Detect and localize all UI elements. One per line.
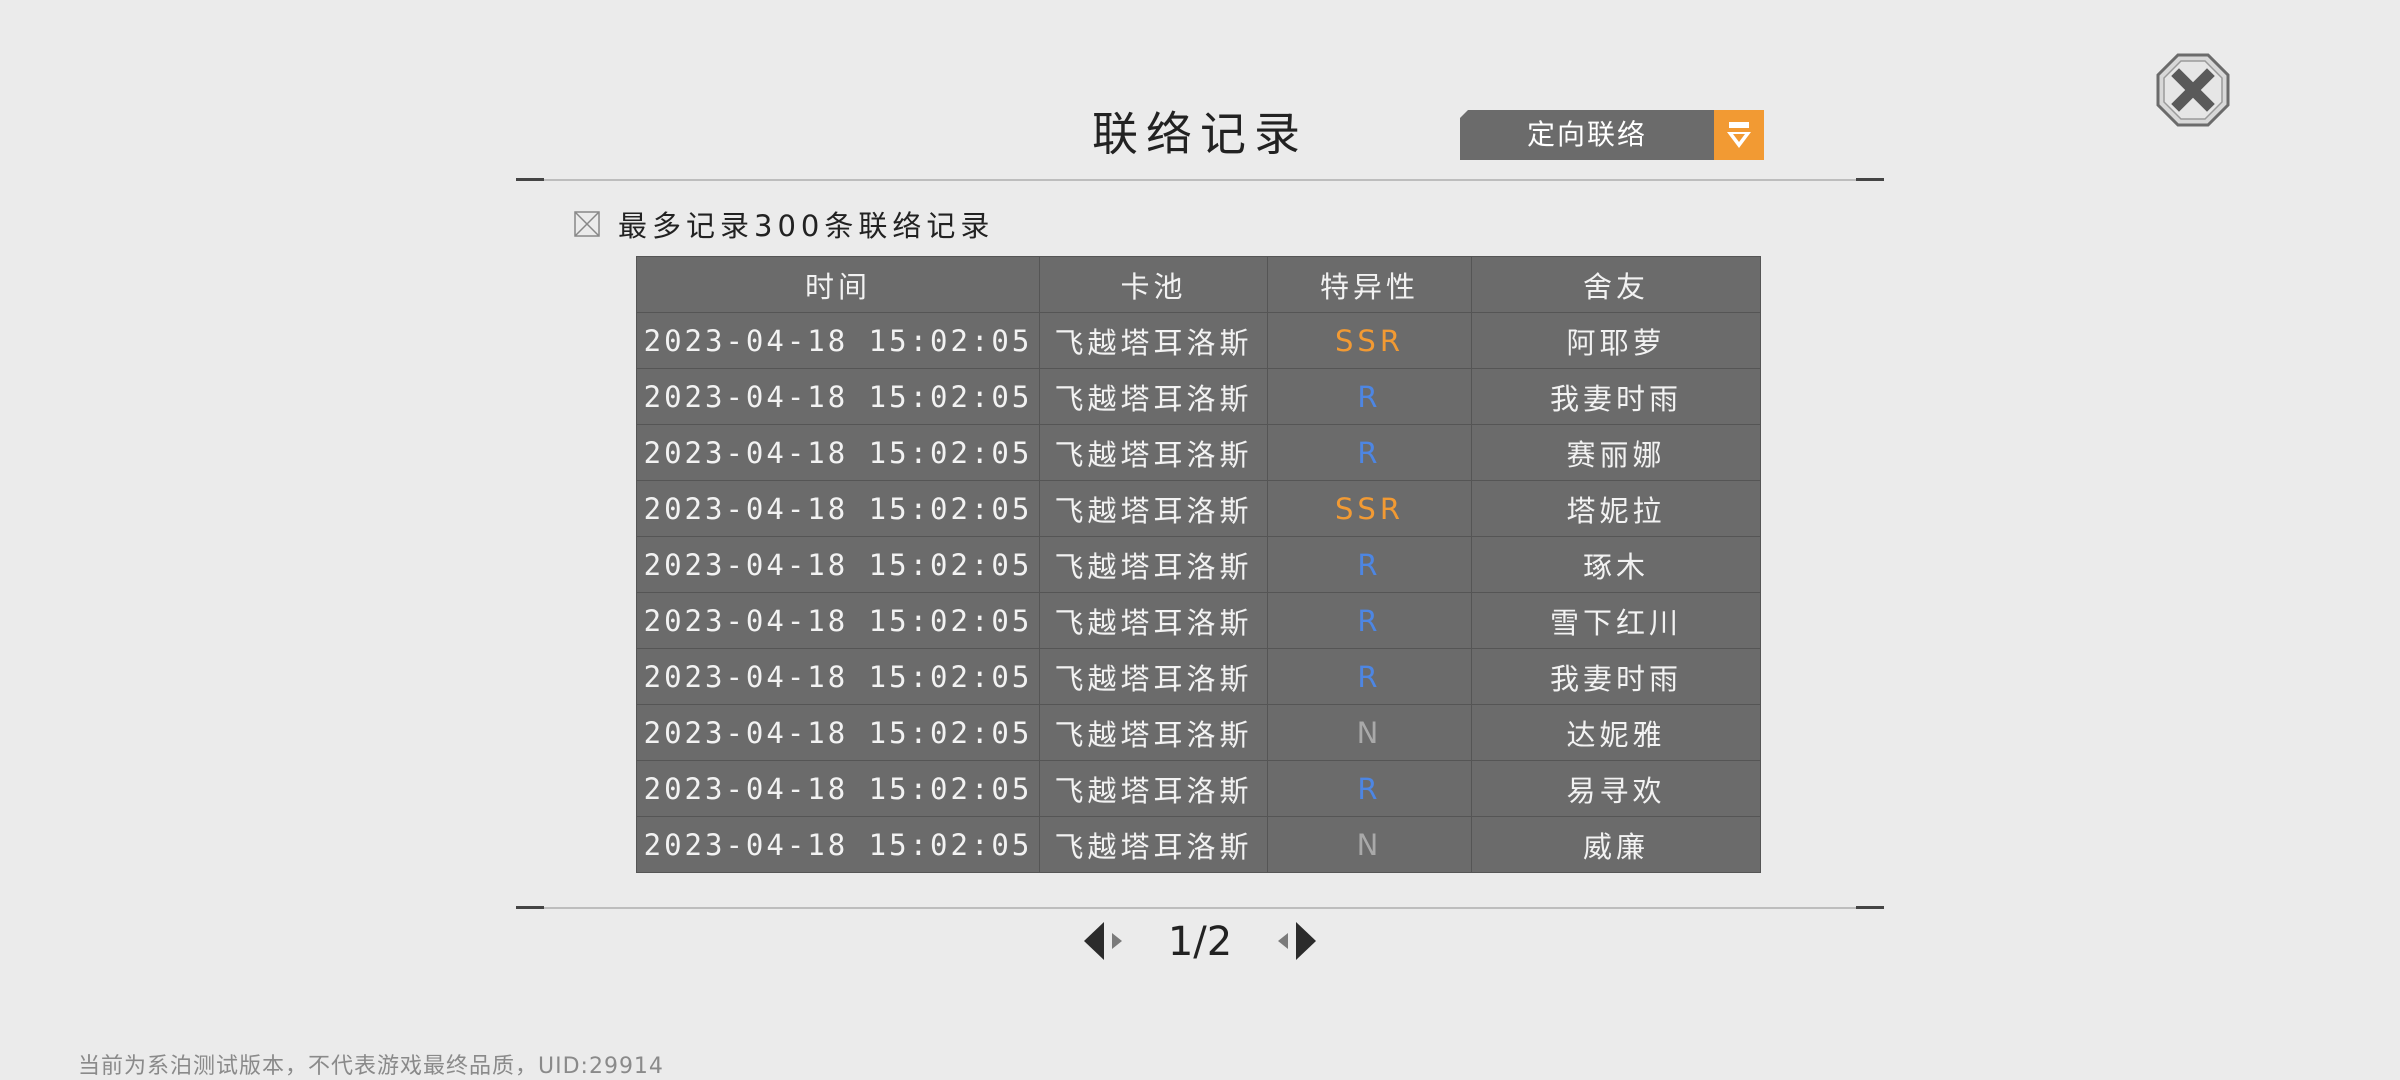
column-header-rarity: 特异性 (1267, 256, 1472, 313)
column-header-roommate: 舍友 (1471, 256, 1761, 313)
rarity-cell: N (1267, 816, 1472, 873)
roommate-cell: 赛丽娜 (1471, 424, 1761, 481)
pool-cell: 飞越塔耳洛斯 (1039, 312, 1268, 369)
pool-filter-dropdown[interactable]: 定向联络 (1460, 110, 1764, 160)
record-limit-note: 最多记录300条联络记录 (574, 204, 994, 244)
table-row: 2023-04-18 15:02:05 飞越塔耳洛斯 SSR 阿耶萝 (636, 312, 1761, 369)
pool-cell: 飞越塔耳洛斯 (1039, 760, 1268, 817)
rarity-cell: SSR (1267, 480, 1472, 537)
rarity-cell: R (1267, 368, 1472, 425)
build-notice: 当前为系泊测试版本，不代表游戏最终品质，UID:29914 (78, 1054, 664, 1079)
table-row: 2023-04-18 15:02:05 飞越塔耳洛斯 R 易寻欢 (636, 760, 1761, 817)
rarity-cell: N (1267, 704, 1472, 761)
pool-cell: 飞越塔耳洛斯 (1039, 704, 1268, 761)
time-cell: 2023-04-18 15:02:05 (636, 704, 1040, 761)
checkbox-icon (574, 211, 600, 237)
record-limit-text: 最多记录300条联络记录 (618, 209, 995, 243)
time-cell: 2023-04-18 15:02:05 (636, 312, 1040, 369)
rarity-cell: R (1267, 760, 1472, 817)
prev-page-icon (1080, 918, 1130, 964)
time-cell: 2023-04-18 15:02:05 (636, 592, 1040, 649)
roommate-cell: 我妻时雨 (1471, 368, 1761, 425)
rarity-cell: SSR (1267, 312, 1472, 369)
pool-cell: 飞越塔耳洛斯 (1039, 816, 1268, 873)
table-row: 2023-04-18 15:02:05 飞越塔耳洛斯 N 达妮雅 (636, 704, 1761, 761)
table-row: 2023-04-18 15:02:05 飞越塔耳洛斯 R 琢木 (636, 536, 1761, 593)
pool-cell: 飞越塔耳洛斯 (1039, 536, 1268, 593)
time-cell: 2023-04-18 15:02:05 (636, 816, 1040, 873)
roommate-cell: 琢木 (1471, 536, 1761, 593)
next-page-button[interactable] (1270, 918, 1320, 964)
table-row: 2023-04-18 15:02:05 飞越塔耳洛斯 R 我妻时雨 (636, 648, 1761, 705)
roommate-cell: 我妻时雨 (1471, 648, 1761, 705)
roommate-cell: 达妮雅 (1471, 704, 1761, 761)
time-cell: 2023-04-18 15:02:05 (636, 480, 1040, 537)
chevron-down-icon (1714, 110, 1764, 160)
roommate-cell: 塔妮拉 (1471, 480, 1761, 537)
dropdown-label: 定向联络 (1526, 118, 1647, 151)
prev-page-button[interactable] (1080, 918, 1130, 964)
time-cell: 2023-04-18 15:02:05 (636, 368, 1040, 425)
time-cell: 2023-04-18 15:02:05 (636, 760, 1040, 817)
time-cell: 2023-04-18 15:02:05 (636, 424, 1040, 481)
roommate-cell: 威廉 (1471, 816, 1761, 873)
page-title: 联络记录 (1092, 107, 1308, 161)
table-row: 2023-04-18 15:02:05 飞越塔耳洛斯 R 赛丽娜 (636, 424, 1761, 481)
rarity-cell: R (1267, 536, 1472, 593)
gacha-record-screen: 联络记录 定向联络 最多记录300条联络记录 时间 卡池 特异性 舍友 2023… (0, 0, 2400, 1080)
column-header-pool: 卡池 (1039, 256, 1268, 313)
next-page-icon (1270, 918, 1320, 964)
column-header-time: 时间 (636, 256, 1040, 313)
bottom-divider (516, 906, 1884, 909)
rarity-cell: R (1267, 424, 1472, 481)
close-button[interactable] (2155, 52, 2231, 128)
roommate-cell: 雪下红川 (1471, 592, 1761, 649)
table-row: 2023-04-18 15:02:05 飞越塔耳洛斯 N 威廉 (636, 816, 1761, 873)
pool-cell: 飞越塔耳洛斯 (1039, 368, 1268, 425)
page-indicator: 1/2 (1167, 919, 1233, 965)
record-table: 时间 卡池 特异性 舍友 2023-04-18 15:02:05 飞越塔耳洛斯 … (636, 256, 1761, 873)
rarity-cell: R (1267, 648, 1472, 705)
table-row: 2023-04-18 15:02:05 飞越塔耳洛斯 SSR 塔妮拉 (636, 480, 1761, 537)
rarity-cell: R (1267, 592, 1472, 649)
close-icon (2155, 52, 2231, 128)
table-row: 2023-04-18 15:02:05 飞越塔耳洛斯 R 我妻时雨 (636, 368, 1761, 425)
pagination: 1/2 (1080, 912, 1320, 972)
pool-cell: 飞越塔耳洛斯 (1039, 648, 1268, 705)
time-cell: 2023-04-18 15:02:05 (636, 648, 1040, 705)
time-cell: 2023-04-18 15:02:05 (636, 536, 1040, 593)
pool-cell: 飞越塔耳洛斯 (1039, 592, 1268, 649)
roommate-cell: 阿耶萝 (1471, 312, 1761, 369)
top-divider (516, 178, 1884, 181)
pool-cell: 飞越塔耳洛斯 (1039, 424, 1268, 481)
table-header-row: 时间 卡池 特异性 舍友 (636, 256, 1761, 313)
roommate-cell: 易寻欢 (1471, 760, 1761, 817)
pool-cell: 飞越塔耳洛斯 (1039, 480, 1268, 537)
table-row: 2023-04-18 15:02:05 飞越塔耳洛斯 R 雪下红川 (636, 592, 1761, 649)
